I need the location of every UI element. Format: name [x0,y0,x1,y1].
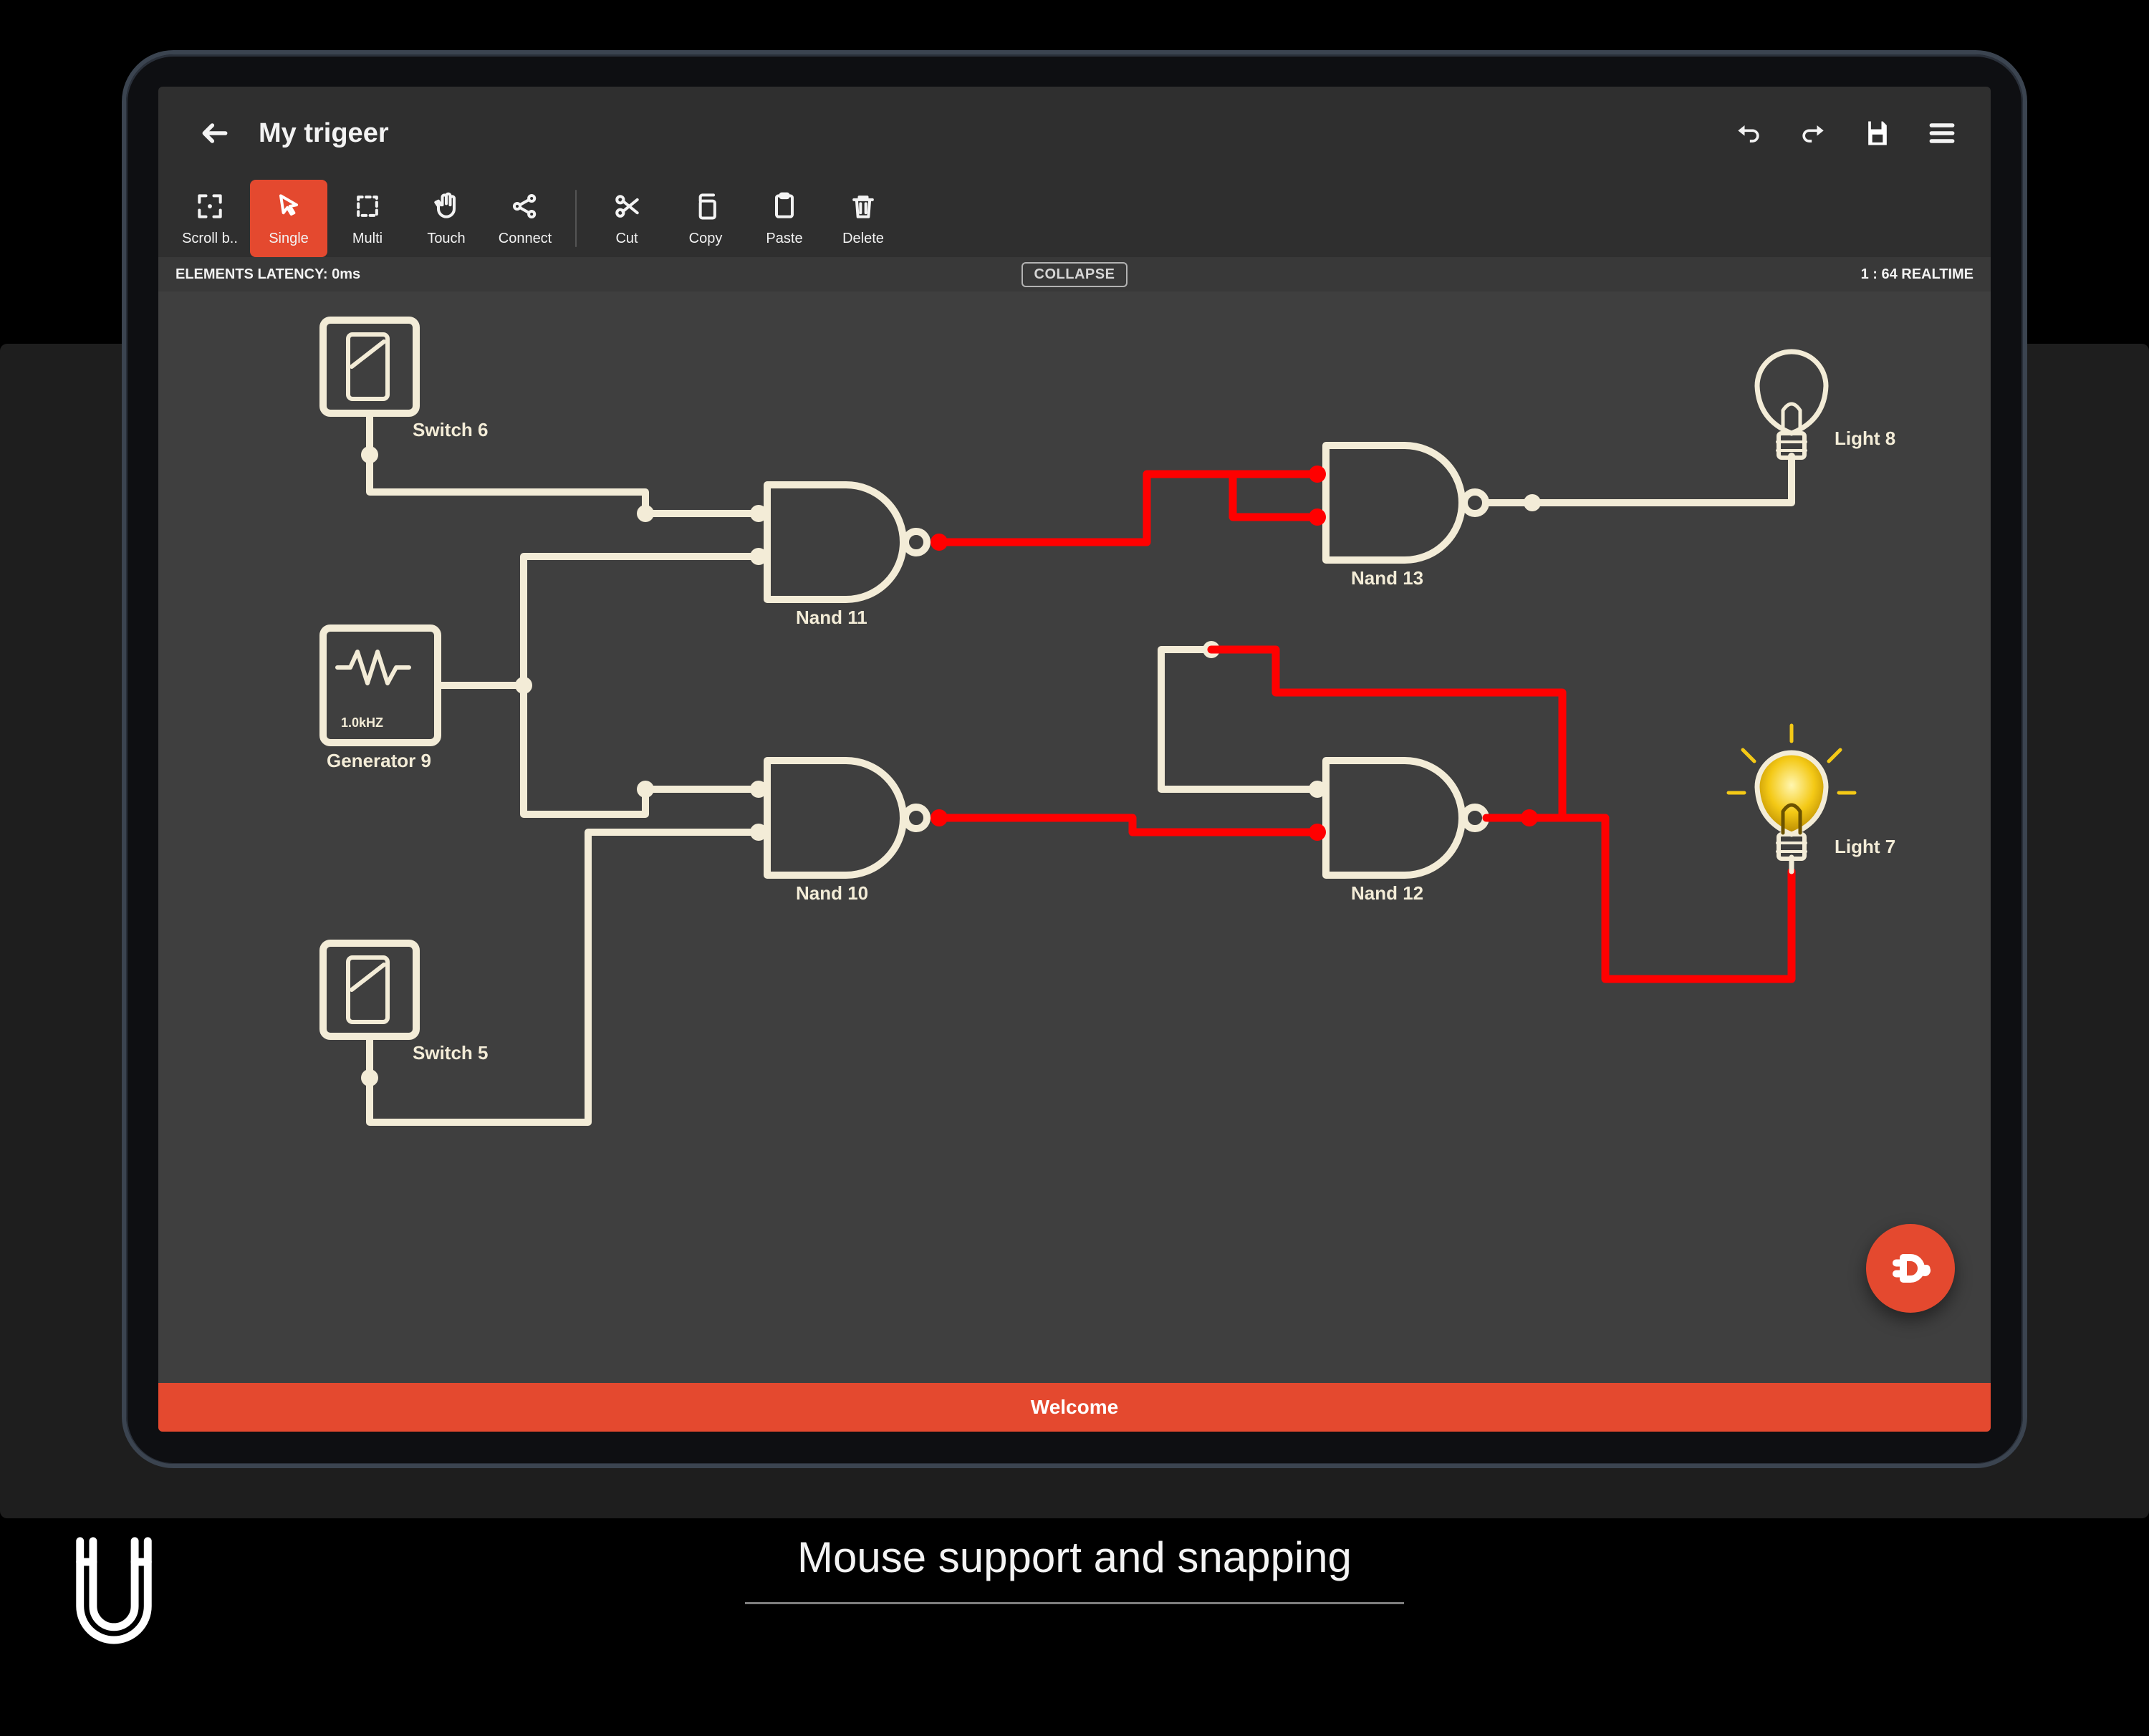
tool-label: Cut [615,231,638,247]
label-nand-12: Nand 12 [1351,882,1423,905]
node-nand-10[interactable] [767,761,927,875]
tool-label: Delete [842,231,884,247]
add-component-fab[interactable] [1866,1224,1955,1313]
label-generator-9: Generator 9 [327,750,431,772]
undo-button[interactable] [1731,116,1766,150]
redo-icon [1797,117,1829,149]
copy-icon [690,191,721,222]
node-switch-6[interactable] [323,320,416,413]
welcome-label: Welcome [1031,1396,1118,1419]
latency-readout: ELEMENTS LATENCY: 0ms [176,266,775,283]
tool-label: Connect [499,231,552,247]
arrow-left-icon [199,117,231,149]
toolbar: Scroll b.. Single Multi Touch Connect [158,180,1991,257]
node-nand-13[interactable] [1326,445,1486,560]
label-light-8: Light 8 [1835,428,1895,450]
logic-gate-icon [1889,1247,1932,1290]
back-button[interactable] [197,115,233,151]
redo-button[interactable] [1796,116,1830,150]
app-screen: My trigeer [158,87,1991,1432]
label-nand-11: Nand 11 [796,607,867,629]
document-title: My trigeer [259,118,389,149]
node-nand-11[interactable] [767,485,927,599]
tool-paste[interactable]: Paste [746,180,823,257]
marketing-caption: Mouse support and snapping [0,1533,2149,1604]
share-icon [509,191,541,222]
label-switch-6: Switch 6 [413,419,488,441]
paste-icon [769,191,800,222]
tool-label: Touch [427,231,465,247]
trash-icon [847,191,879,222]
tool-label: Copy [689,231,723,247]
marquee-icon [352,191,383,222]
collapse-button[interactable]: COLLAPSE [1021,262,1128,287]
menu-button[interactable] [1925,116,1959,150]
bottom-bar[interactable]: Welcome [158,1383,1991,1432]
label-light-7: Light 7 [1835,836,1895,858]
label-nand-13: Nand 13 [1351,567,1423,589]
tool-copy[interactable]: Copy [667,180,744,257]
tool-single[interactable]: Single [250,180,327,257]
menu-icon [1926,117,1958,149]
tool-label: Single [269,231,309,247]
node-light-8[interactable] [1757,352,1826,471]
tablet-frame: My trigeer [122,50,2027,1468]
tool-scroll[interactable]: Scroll b.. [171,180,249,257]
hand-icon [431,191,462,222]
save-button[interactable] [1860,116,1895,150]
tool-connect[interactable]: Connect [486,180,564,257]
caption-underline [745,1602,1404,1604]
node-nand-12[interactable] [1326,761,1486,875]
tool-multi[interactable]: Multi [329,180,406,257]
toolbar-separator [575,190,577,247]
status-bar: ELEMENTS LATENCY: 0ms COLLAPSE 1 : 64 RE… [158,257,1991,291]
tool-touch[interactable]: Touch [408,180,485,257]
circuit-diagram [158,291,1991,1380]
tool-delete[interactable]: Delete [824,180,902,257]
circuit-canvas[interactable]: Switch 6 Switch 5 1.0kHZ Generator 9 Nan… [158,291,1991,1383]
scissors-icon [611,191,643,222]
caption-text: Mouse support and snapping [797,1533,1352,1582]
node-switch-5[interactable] [323,943,416,1036]
tool-label: Multi [352,231,383,247]
tool-label: Paste [766,231,802,247]
label-generator-freq: 1.0kHZ [341,715,383,730]
undo-icon [1733,117,1764,149]
label-switch-5: Switch 5 [413,1042,488,1064]
cursor-icon [273,191,304,222]
tool-label: Scroll b.. [182,231,238,247]
titlebar: My trigeer [158,87,1991,180]
label-nand-10: Nand 10 [796,882,868,905]
tool-cut[interactable]: Cut [588,180,665,257]
realtime-readout: 1 : 64 REALTIME [1374,266,1973,283]
save-icon [1862,117,1893,149]
fullscreen-icon [194,191,226,222]
